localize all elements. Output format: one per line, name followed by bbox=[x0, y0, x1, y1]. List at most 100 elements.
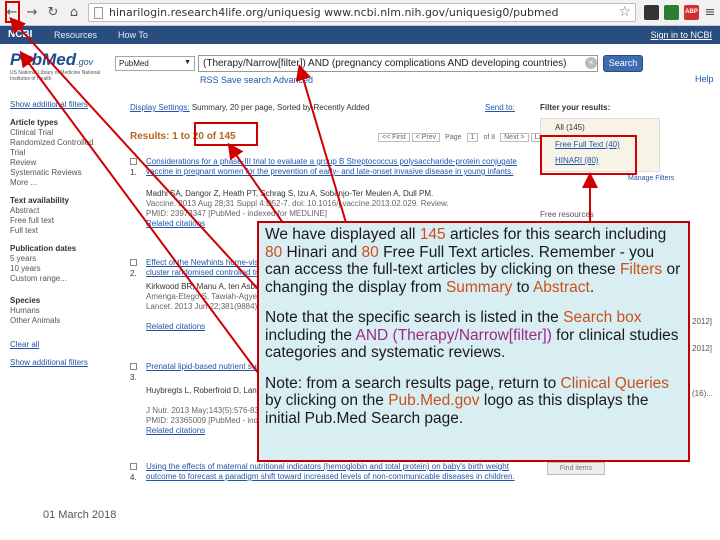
chevron-down-icon: ▼ bbox=[184, 59, 191, 66]
callout-highlight: 80 bbox=[361, 243, 379, 261]
result-checkbox[interactable] bbox=[130, 463, 137, 470]
pubmed-logo[interactable]: PubMed.gov bbox=[10, 50, 93, 70]
browser-toolbar: ← → ↻ ⌂ hinarilogin.research4life.org/un… bbox=[0, 0, 720, 26]
callout-text: Note: from a search results page, return… bbox=[265, 374, 561, 392]
callout-highlight: Abstract bbox=[532, 278, 590, 296]
count-fragment: (16)... bbox=[692, 389, 713, 398]
callout-text: We have displayed all bbox=[265, 226, 420, 243]
filter-10-years[interactable]: 10 years bbox=[10, 264, 110, 274]
back-icon[interactable]: ← bbox=[4, 5, 20, 21]
forward-icon[interactable]: → bbox=[24, 5, 40, 21]
filter-results-box: All (145) Free Full Text (40) HINARI (80… bbox=[540, 118, 660, 172]
callout-highlight: Pub.Med.gov bbox=[388, 392, 480, 409]
pagination: << First< PrevPage1of 8Next >Last >> bbox=[378, 133, 564, 145]
sign-in-link[interactable]: Sign in to NCBI bbox=[650, 30, 712, 40]
search-button[interactable]: Search bbox=[603, 55, 643, 72]
display-settings[interactable]: Display Settings: Summary, 20 per page, … bbox=[130, 103, 370, 112]
clear-all-link[interactable]: Clear all bbox=[10, 340, 110, 350]
related-citations-link[interactable]: Related citations bbox=[146, 426, 205, 436]
callout-paragraph-2: Note that the specific search is listed … bbox=[265, 309, 682, 362]
callout-text: Hinari and bbox=[282, 243, 362, 261]
home-icon[interactable]: ⌂ bbox=[66, 5, 82, 21]
filter-hinari-link[interactable]: HINARI (80) bbox=[555, 156, 599, 165]
result-checkbox[interactable] bbox=[130, 158, 137, 165]
show-additional-filters-bottom-link[interactable]: Show additional filters bbox=[10, 358, 110, 368]
callout-text: including the bbox=[265, 326, 356, 344]
callout-text: to bbox=[512, 278, 533, 296]
prev-page-button[interactable]: < Prev bbox=[411, 133, 441, 142]
callout-highlight: 145 bbox=[419, 226, 446, 243]
annotation-callout: We have displayed all 145 articles for t… bbox=[257, 221, 690, 462]
help-link[interactable]: Help bbox=[695, 74, 714, 84]
callout-highlight: AND (Therapy/Narrow[filter]) bbox=[355, 326, 552, 344]
how-to-menu[interactable]: How To bbox=[118, 30, 148, 40]
first-page-button[interactable]: << First bbox=[378, 133, 410, 142]
results-count: Results: 1 to 20 of 145 bbox=[130, 131, 236, 142]
url-text[interactable]: hinarilogin.research4life.org/uniquesig … bbox=[109, 6, 609, 19]
filter-free-full-text[interactable]: Free full text bbox=[10, 216, 110, 226]
adblock-icon[interactable]: ABP bbox=[684, 5, 699, 20]
related-citations-link[interactable]: Related citations bbox=[146, 219, 205, 229]
search-input[interactable]: (Therapy/Narrow[filter]) AND (pregnancy … bbox=[198, 55, 598, 72]
next-page-button[interactable]: Next > bbox=[500, 133, 529, 142]
rss-save-advanced-links[interactable]: RSS Save search Advanced bbox=[200, 75, 313, 85]
publication-dates-heading: Publication dates bbox=[10, 244, 77, 253]
filter-full-text[interactable]: Full text bbox=[10, 226, 110, 236]
reload-icon[interactable]: ↻ bbox=[45, 5, 61, 21]
clear-search-icon[interactable]: × bbox=[585, 57, 597, 69]
filter-custom-range[interactable]: Custom range... bbox=[10, 274, 110, 284]
result-item: 4. Using the effects of maternal nutriti… bbox=[130, 462, 530, 502]
result-authors: Madhi SA, Dangor Z, Heath PT, Schrag S, … bbox=[146, 189, 434, 198]
resources-menu[interactable]: Resources bbox=[54, 30, 97, 40]
filter-review[interactable]: Review bbox=[10, 158, 110, 168]
callout-highlight: Summary bbox=[445, 278, 513, 296]
extension-icon-2[interactable] bbox=[664, 5, 679, 20]
send-to-link[interactable]: Send to: bbox=[485, 103, 515, 112]
page-label: Page bbox=[445, 134, 462, 141]
callout-text: articles for this search including bbox=[445, 226, 667, 243]
page-icon bbox=[94, 7, 103, 19]
result-title-link[interactable]: Considerations for a phase-III trial to … bbox=[146, 157, 526, 177]
result-checkbox[interactable] bbox=[130, 363, 137, 370]
callout-highlight: Search box bbox=[563, 309, 642, 326]
filter-humans[interactable]: Humans bbox=[10, 306, 110, 316]
bookmark-star-icon[interactable]: ☆ bbox=[618, 4, 631, 20]
result-number: 4. bbox=[130, 473, 137, 482]
show-additional-filters-link[interactable]: Show additional filters bbox=[10, 100, 110, 110]
result-number: 3. bbox=[130, 373, 137, 382]
filter-all[interactable]: All (145) bbox=[555, 123, 585, 132]
manage-filters-link[interactable]: Manage Filters bbox=[628, 175, 674, 182]
callout-text: Note that the specific search is listed … bbox=[265, 309, 564, 326]
find-items-button[interactable]: Find items bbox=[547, 462, 605, 475]
filter-rct[interactable]: Randomized Controlled Trial bbox=[10, 138, 110, 158]
pubmed-logo-text: PubMed bbox=[10, 50, 77, 69]
result-checkbox[interactable] bbox=[130, 259, 137, 266]
page-total: of 8 bbox=[483, 134, 496, 141]
filter-clinical-trial[interactable]: Clinical Trial bbox=[10, 128, 110, 138]
callout-highlight: Filters bbox=[619, 261, 663, 278]
filter-free-full-text-link[interactable]: Free Full Text (40) bbox=[555, 140, 620, 149]
filter-5-years[interactable]: 5 years bbox=[10, 254, 110, 264]
menu-icon[interactable]: ≡ bbox=[702, 5, 718, 21]
filter-systematic-reviews[interactable]: Systematic Reviews bbox=[10, 168, 110, 178]
related-citations-link[interactable]: Related citations bbox=[146, 322, 205, 332]
species-heading: Species bbox=[10, 296, 41, 305]
database-value: PubMed bbox=[119, 59, 149, 68]
extension-icon-1[interactable] bbox=[644, 5, 659, 20]
address-bar[interactable]: hinarilogin.research4life.org/uniquesig … bbox=[88, 3, 636, 22]
ncbi-logo[interactable]: NCBI bbox=[8, 29, 32, 40]
callout-highlight: Clinical Queries bbox=[560, 374, 670, 392]
filter-other-animals[interactable]: Other Animals bbox=[10, 316, 110, 326]
ncbi-header: NCBI Resources How To Sign in to NCBI bbox=[0, 26, 720, 44]
filter-abstract[interactable]: Abstract bbox=[10, 206, 110, 216]
date-fragment: 2012] bbox=[692, 344, 713, 353]
result-title-link[interactable]: Using the effects of maternal nutritiona… bbox=[146, 462, 536, 482]
database-select[interactable]: PubMed ▼ bbox=[115, 56, 195, 71]
filter-results-heading: Filter your results: bbox=[540, 103, 611, 112]
page-number-input[interactable]: 1 bbox=[466, 133, 479, 142]
filter-sidebar: Show additional filters Article types Cl… bbox=[10, 100, 110, 368]
date-fragment: 2012] bbox=[692, 317, 713, 326]
filter-more[interactable]: More ... bbox=[10, 178, 110, 188]
article-types-heading: Article types bbox=[10, 118, 59, 127]
display-settings-label[interactable]: Display Settings: bbox=[130, 103, 190, 112]
